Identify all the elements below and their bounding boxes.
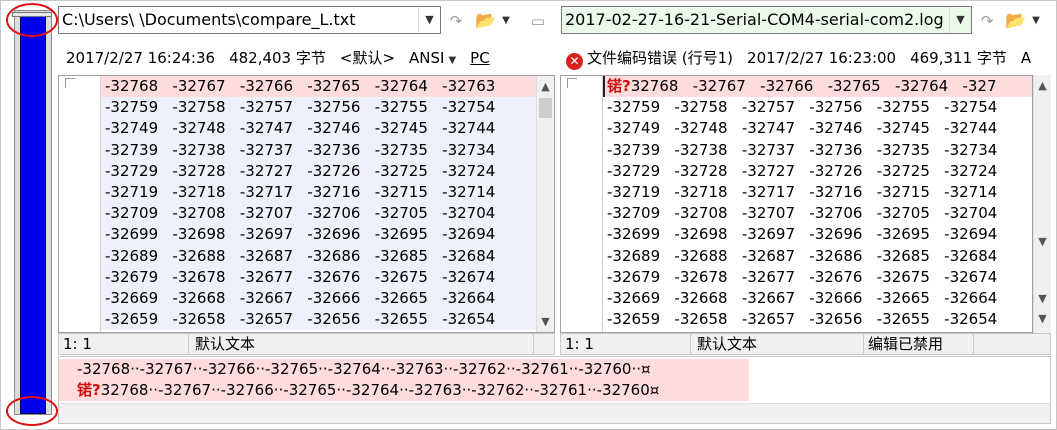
compare-line-right[interactable]: 锘?32768··-32767··-32766··-32765··-32764·… <box>59 380 749 401</box>
next-diff-icon[interactable]: ▼ <box>1034 290 1051 307</box>
right-gutter <box>561 76 603 332</box>
gutter-marker <box>65 78 75 88</box>
left-row[interactable]: -32749 -32748 -32747 -32746 -32745 -3274… <box>101 118 537 140</box>
left-row[interactable]: -32729 -32728 -32727 -32726 -32725 -3272… <box>101 160 537 182</box>
left-text-pane[interactable]: -32768 -32767 -32766 -32765 -32764 -3276… <box>58 75 555 333</box>
scroll-down-icon[interactable]: ▼ <box>1034 233 1051 250</box>
left-vertical-scrollbar[interactable]: ▲ ▼ <box>536 76 554 332</box>
right-row[interactable]: -32699 -32698 -32697 -32696 -32695 -3269… <box>603 224 1032 245</box>
right-row[interactable]: -32759 -32758 -32757 -32756 -32755 -3275… <box>603 97 1032 118</box>
right-row[interactable]: -32659 -32658 -32657 -32656 -32655 -3265… <box>603 309 1032 330</box>
left-row[interactable]: -32669 -32668 -32667 -32666 -32665 -3266… <box>101 287 537 310</box>
left-path-text: C:\Users\ \Documents\compare_L.txt <box>62 10 356 29</box>
right-row[interactable]: -32719 -32718 -32717 -32716 -32715 -3271… <box>603 182 1032 203</box>
left-row[interactable]: -32709 -32708 -32707 -32706 -32705 -3270… <box>101 203 537 225</box>
left-cursor-position: 1: 1 <box>59 334 189 354</box>
compare-line-right-text: 32768··-32767··-32766··-32765··-32764··-… <box>100 381 660 399</box>
right-row[interactable]: -32689 -32688 -32687 -32686 -32685 -3268… <box>603 246 1032 267</box>
chevron-down-icon[interactable]: ▼ <box>418 7 440 33</box>
right-row[interactable]: -32749 -32748 -32747 -32746 -32745 -3274… <box>603 118 1032 139</box>
left-row[interactable]: -32689 -32688 -32687 -32686 -32685 -3268… <box>101 245 537 267</box>
left-line-ending[interactable]: PC <box>470 49 490 67</box>
open-folder-icon[interactable]: 📂 <box>474 8 498 34</box>
left-row[interactable]: -32719 -32718 -32717 -32716 -32715 -3271… <box>101 181 537 204</box>
open-folder-icon[interactable]: 📂 <box>1004 8 1028 34</box>
highlight-circle-bottom <box>6 396 58 426</box>
right-status-bar: 1: 1 默认文本 编辑已禁用 <box>560 333 1051 355</box>
last-diff-icon[interactable]: ▼ <box>1034 310 1051 327</box>
gutter-marker <box>567 78 577 88</box>
left-size: 482,403 字节 <box>229 49 326 67</box>
right-row[interactable]: -32739 -32738 -32737 -32736 -32735 -3273… <box>603 140 1032 161</box>
save-icon[interactable]: ▭ <box>526 8 550 34</box>
left-status-bar: 1: 1 默认文本 <box>58 333 555 355</box>
compare-horizontal-scrollbar[interactable] <box>59 403 1050 423</box>
bad-encoding-marker: 锘? <box>77 381 101 399</box>
left-row[interactable]: -32768 -32767 -32766 -32765 -32764 -3276… <box>101 76 537 98</box>
right-rows[interactable]: 锘?32768 -32767 -32766 -32765 -32764 -327… <box>603 76 1032 330</box>
left-codepage[interactable]: <默认> <box>340 49 395 67</box>
line-compare-pane[interactable]: -32768··-32767··-32766··-32765··-32764··… <box>58 356 1051 424</box>
right-path-combo[interactable]: 2017-02-27-16-21-Serial-COM4-serial-com2… <box>561 6 972 34</box>
right-text-mode: 默认文本 <box>691 334 864 354</box>
left-gutter <box>59 76 101 332</box>
right-text-pane[interactable]: 锘?32768 -32767 -32766 -32765 -32764 -327… <box>560 75 1033 333</box>
right-row[interactable]: -32729 -32728 -32727 -32726 -32725 -3272… <box>603 161 1032 182</box>
right-file-info: ✕ 文件编码错误 (行号1) 2017/2/27 16:23:00 469,311 字… <box>566 46 1056 70</box>
left-row[interactable]: -32739 -32738 -32737 -32736 -32735 -3273… <box>101 139 537 161</box>
highlight-circle-top <box>6 3 58 37</box>
scroll-up-icon[interactable]: ▲ <box>537 78 554 95</box>
left-row[interactable]: -32659 -32658 -32657 -32656 -32655 -3265… <box>101 309 537 331</box>
left-date: 2017/2/27 16:24:36 <box>66 49 216 67</box>
right-vertical-scrollbar[interactable]: ▲ ▼ ▼ ▼ <box>1033 75 1051 333</box>
right-row[interactable]: -32669 -32668 -32667 -32666 -32665 -3266… <box>603 288 1032 309</box>
error-icon: ✕ <box>566 53 583 70</box>
scroll-up-icon[interactable]: ▲ <box>1034 77 1051 94</box>
reload-icon[interactable]: ↷ <box>444 8 468 34</box>
chevron-down-icon[interactable]: ▼ <box>949 7 971 33</box>
left-row[interactable]: -32759 -32758 -32757 -32756 -32755 -3275… <box>101 97 537 119</box>
right-edit-state: 编辑已禁用 <box>864 334 974 354</box>
right-row[interactable]: -32679 -32678 -32677 -32676 -32675 -3267… <box>603 267 1032 288</box>
right-cursor-position: 1: 1 <box>561 334 691 354</box>
right-path-text: 2017-02-27-16-21-Serial-COM4-serial-com2… <box>565 10 944 29</box>
right-date: 2017/2/27 16:23:00 <box>747 49 897 67</box>
compare-line-left[interactable]: -32768··-32767··-32766··-32765··-32764··… <box>59 359 749 380</box>
reload-icon[interactable]: ↷ <box>975 8 999 34</box>
open-dropdown-icon[interactable]: ▼ <box>1029 8 1043 34</box>
left-file-info: 2017/2/27 16:24:36 482,403 字节 <默认> ANSI ▼ PC <box>66 46 546 70</box>
left-row[interactable]: -32699 -32698 -32697 -32696 -32695 -3269… <box>101 224 537 246</box>
bad-encoding-marker: 锘? <box>607 77 631 95</box>
right-row[interactable]: -32709 -32708 -32707 -32706 -32705 -3270… <box>603 203 1032 224</box>
left-row[interactable]: -32679 -32678 -32677 -32676 -32675 -3267… <box>101 266 537 288</box>
right-first-row-text: 32768 -32767 -32766 -32765 -32764 -327 <box>630 77 997 95</box>
left-path-combo[interactable]: C:\Users\ \Documents\compare_L.txt ▼ <box>58 6 441 34</box>
right-extra: A <box>1020 49 1032 67</box>
scroll-thumb[interactable] <box>539 98 552 118</box>
open-dropdown-icon[interactable]: ▼ <box>499 8 513 34</box>
location-bar-difference[interactable] <box>20 16 46 414</box>
left-rows[interactable]: -32768 -32767 -32766 -32765 -32764 -3276… <box>101 76 537 331</box>
right-row-first[interactable]: 锘?32768 -32767 -32766 -32765 -32764 -327 <box>603 76 1032 98</box>
left-text-mode: 默认文本 <box>189 334 534 354</box>
scroll-down-icon[interactable]: ▼ <box>537 313 554 330</box>
right-size: 469,311 字节 <box>910 49 1007 67</box>
encoding-dropdown-icon[interactable]: ▼ <box>448 55 456 66</box>
left-encoding[interactable]: ANSI <box>409 49 444 67</box>
right-error-text: 文件编码错误 (行号1) <box>587 49 734 67</box>
